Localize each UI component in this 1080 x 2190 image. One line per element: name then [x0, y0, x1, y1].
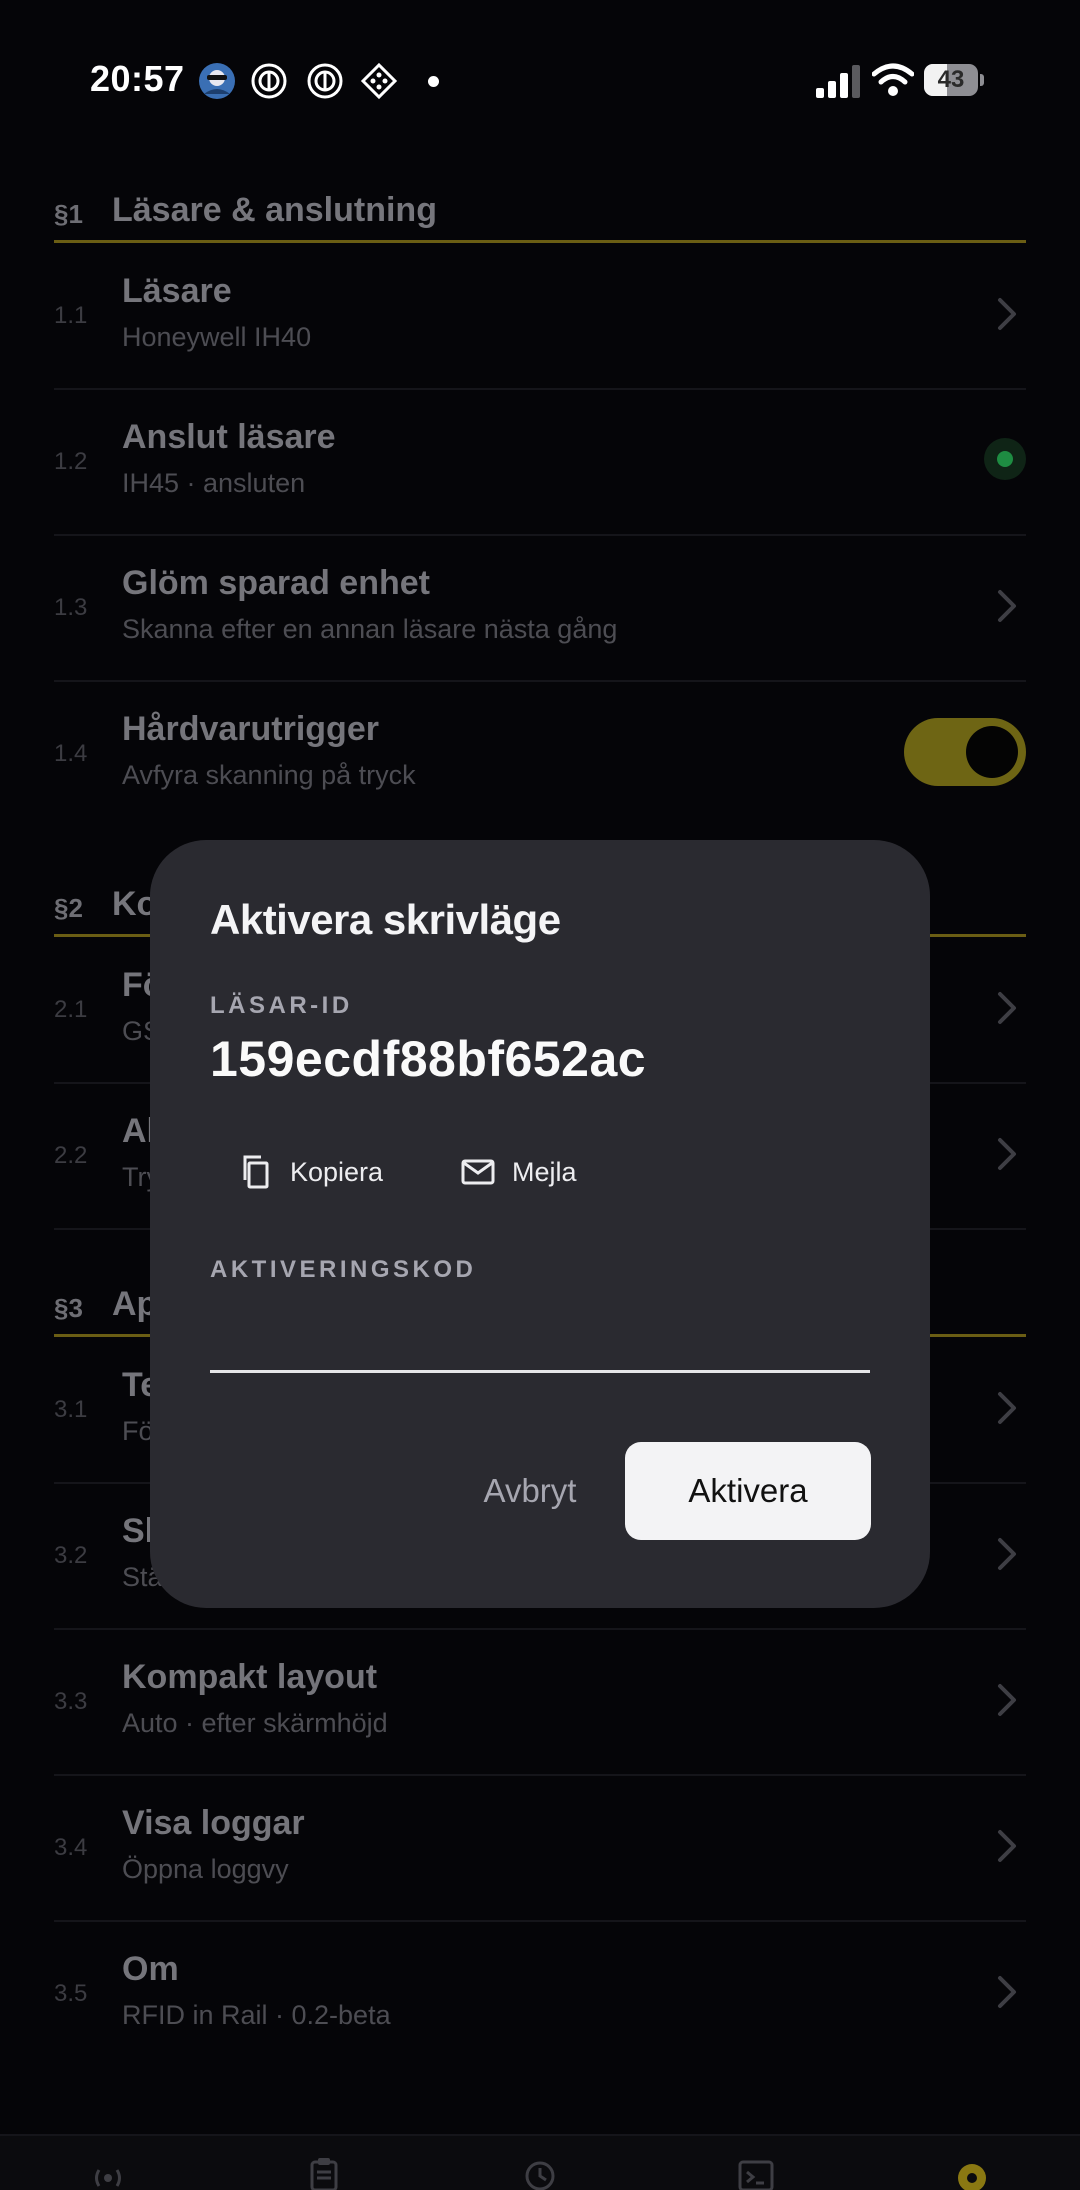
copy-label: Kopiera: [290, 1156, 384, 1187]
email-label: Mejla: [512, 1156, 577, 1187]
reader-id-label: LÄSAR-ID: [210, 992, 353, 1019]
activation-code-label: AKTIVERINGSKOD: [210, 1256, 477, 1283]
dialog-title: Aktivera skrivläge: [210, 896, 561, 943]
reader-id-value: 159ecdf88bf652ac: [210, 1031, 647, 1087]
email-button[interactable]: Mejla: [460, 1142, 577, 1202]
cancel-button[interactable]: Avbryt: [450, 1442, 610, 1540]
activation-code-input[interactable]: [210, 1310, 870, 1373]
mail-icon: [461, 1159, 495, 1185]
activate-write-mode-dialog: Aktivera skrivläge LÄSAR-ID 159ecdf88bf6…: [150, 840, 930, 1608]
copy-icon: [243, 1155, 269, 1189]
settings-screen: 20:57 43 §1 Läsare & anslutning 1.1 Läsa…: [0, 0, 1080, 2190]
activate-button[interactable]: Aktivera: [625, 1442, 871, 1540]
copy-button[interactable]: Kopiera: [238, 1142, 383, 1202]
